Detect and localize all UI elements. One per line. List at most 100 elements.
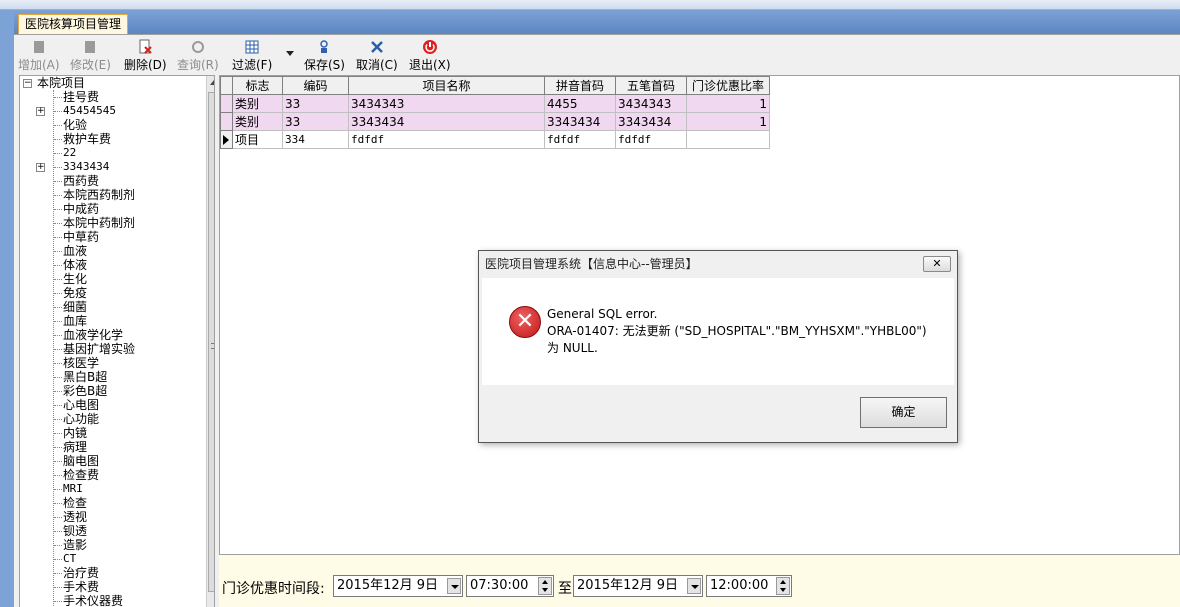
start-date-picker[interactable]: 2015年12月 9日: [333, 575, 463, 597]
tree-item[interactable]: 造影: [63, 538, 87, 552]
tree-item[interactable]: 45454545: [63, 104, 116, 118]
cell-code[interactable]: 33: [282, 112, 349, 131]
spin-up-icon[interactable]: [780, 580, 786, 584]
column-header-name[interactable]: 项目名称: [348, 76, 545, 95]
exit-button[interactable]: 退出(X): [409, 39, 451, 73]
tree-item[interactable]: 治疗费: [63, 566, 99, 580]
tree-item[interactable]: 中草药: [63, 230, 99, 244]
tree-item[interactable]: 检查: [63, 496, 87, 510]
cell-pinyin[interactable]: 4455: [544, 94, 616, 113]
tree-root[interactable]: 本院项目: [37, 76, 85, 90]
row-indicator[interactable]: [220, 94, 233, 113]
cell-rate[interactable]: 1: [686, 112, 770, 131]
expand-icon[interactable]: +: [36, 107, 45, 116]
tree-item[interactable]: 免疫: [63, 286, 87, 300]
add-button[interactable]: 增加(A): [18, 39, 60, 73]
chevron-down-icon[interactable]: [687, 578, 701, 594]
cancel-button[interactable]: 取消(C): [356, 39, 398, 73]
tree-item[interactable]: 西药费: [63, 174, 99, 188]
edit-button[interactable]: 修改(E): [70, 39, 111, 73]
tree-item[interactable]: 手术费: [63, 580, 99, 594]
start-time-spinner[interactable]: [538, 577, 552, 595]
column-header-pinyin[interactable]: 拼音首码: [544, 76, 616, 95]
tree-item[interactable]: 化验: [63, 118, 87, 132]
tree-item[interactable]: 基因扩增实验: [63, 342, 135, 356]
cell-flag[interactable]: 类别: [232, 112, 283, 131]
cell-rate[interactable]: 1: [686, 94, 770, 113]
tree-item[interactable]: 细菌: [63, 300, 87, 314]
tree-item[interactable]: 钡透: [63, 524, 87, 538]
tree-item[interactable]: 内镜: [63, 426, 87, 440]
row-indicator[interactable]: [220, 130, 233, 149]
tree-item[interactable]: 心电图: [63, 398, 99, 412]
tree-item[interactable]: 22: [63, 146, 76, 160]
cell-name[interactable]: 3343434: [348, 112, 545, 131]
tree-item[interactable]: CT: [63, 552, 76, 566]
tree-item[interactable]: 挂号费: [63, 90, 99, 104]
tree-item[interactable]: 彩色B超: [63, 384, 107, 398]
tree-item[interactable]: 救护车费: [63, 132, 111, 146]
cell-code[interactable]: 334: [282, 130, 349, 149]
tree-item[interactable]: 透视: [63, 510, 87, 524]
end-time-spinner[interactable]: [776, 577, 790, 595]
cell-name[interactable]: 3434343: [348, 94, 545, 113]
column-header-code[interactable]: 编码: [282, 76, 349, 95]
refresh-icon: [191, 41, 204, 53]
cell-pinyin[interactable]: 3343434: [544, 112, 616, 131]
cell-flag[interactable]: 类别: [232, 94, 283, 113]
tree-item[interactable]: 心功能: [63, 412, 99, 426]
filter-button[interactable]: 过滤(F): [232, 39, 272, 73]
table-row[interactable]: 项目 334 fdfdf fdfdf fdfdf: [220, 130, 770, 149]
row-indicator[interactable]: [220, 112, 233, 131]
cell-code[interactable]: 33: [282, 94, 349, 113]
query-button[interactable]: 查询(R): [177, 39, 219, 73]
cell-pinyin[interactable]: fdfdf: [544, 130, 616, 149]
column-header-wubi[interactable]: 五笔首码: [615, 76, 687, 95]
tree-item[interactable]: 生化: [63, 272, 87, 286]
end-time-field[interactable]: 12:00:00: [706, 575, 792, 597]
cell-name[interactable]: fdfdf: [348, 130, 545, 149]
tree-item[interactable]: 体液: [63, 258, 87, 272]
column-header-flag[interactable]: 标志: [232, 76, 283, 95]
tree-item[interactable]: 核医学: [63, 356, 99, 370]
cell-rate[interactable]: [686, 130, 770, 149]
tree-item[interactable]: MRI: [63, 482, 83, 496]
close-button[interactable]: ✕: [923, 256, 951, 272]
expand-icon[interactable]: +: [36, 163, 45, 172]
tree-item[interactable]: 血液学化学: [63, 328, 123, 342]
tree-item[interactable]: 血液: [63, 244, 87, 258]
save-button[interactable]: 保存(S): [304, 39, 345, 73]
table-row[interactable]: 类别 33 3434343 4455 3434343 1: [220, 94, 770, 113]
spin-down-icon[interactable]: [542, 588, 548, 592]
filter-dropdown-arrow[interactable]: [286, 51, 294, 56]
chevron-down-icon[interactable]: [447, 578, 461, 594]
start-time-field[interactable]: 07:30:00: [466, 575, 554, 597]
tree-item[interactable]: 3343434: [63, 160, 109, 174]
cell-wubi[interactable]: 3434343: [615, 94, 687, 113]
cell-wubi[interactable]: 3343434: [615, 112, 687, 131]
ok-button[interactable]: 确定: [860, 397, 947, 428]
power-icon: [422, 40, 437, 54]
tree-scrollbar[interactable]: [206, 76, 214, 607]
cell-flag[interactable]: 项目: [232, 130, 283, 149]
spin-up-icon[interactable]: [542, 580, 548, 584]
table-row[interactable]: 类别 33 3343434 3343434 3343434 1: [220, 112, 770, 131]
scroll-thumb[interactable]: [208, 92, 214, 592]
tree-item[interactable]: 病理: [63, 440, 87, 454]
tree-item[interactable]: 本院西药制剂: [63, 188, 135, 202]
cell-wubi[interactable]: fdfdf: [615, 130, 687, 149]
document-tab[interactable]: 医院核算项目管理: [18, 14, 129, 34]
delete-button[interactable]: 删除(D): [124, 39, 167, 73]
tree-item[interactable]: 中成药: [63, 202, 99, 216]
spin-down-icon[interactable]: [780, 588, 786, 592]
tree-item[interactable]: 黑白B超: [63, 370, 107, 384]
tree-item[interactable]: 脑电图: [63, 454, 99, 468]
tree-item[interactable]: 本院中药制剂: [63, 216, 135, 230]
project-tree[interactable]: − 本院项目 挂号费 +45454545 化验 救护车费 22 +3343434 西药费 本院…: [19, 75, 215, 607]
tree-item[interactable]: 手术仪器费: [63, 594, 123, 607]
column-header-discount-rate[interactable]: 门诊优惠比率: [686, 76, 770, 95]
end-date-picker[interactable]: 2015年12月 9日: [573, 575, 703, 597]
tree-item[interactable]: 血库: [63, 314, 87, 328]
tree-item[interactable]: 检查费: [63, 468, 99, 482]
collapse-icon[interactable]: −: [23, 79, 32, 88]
